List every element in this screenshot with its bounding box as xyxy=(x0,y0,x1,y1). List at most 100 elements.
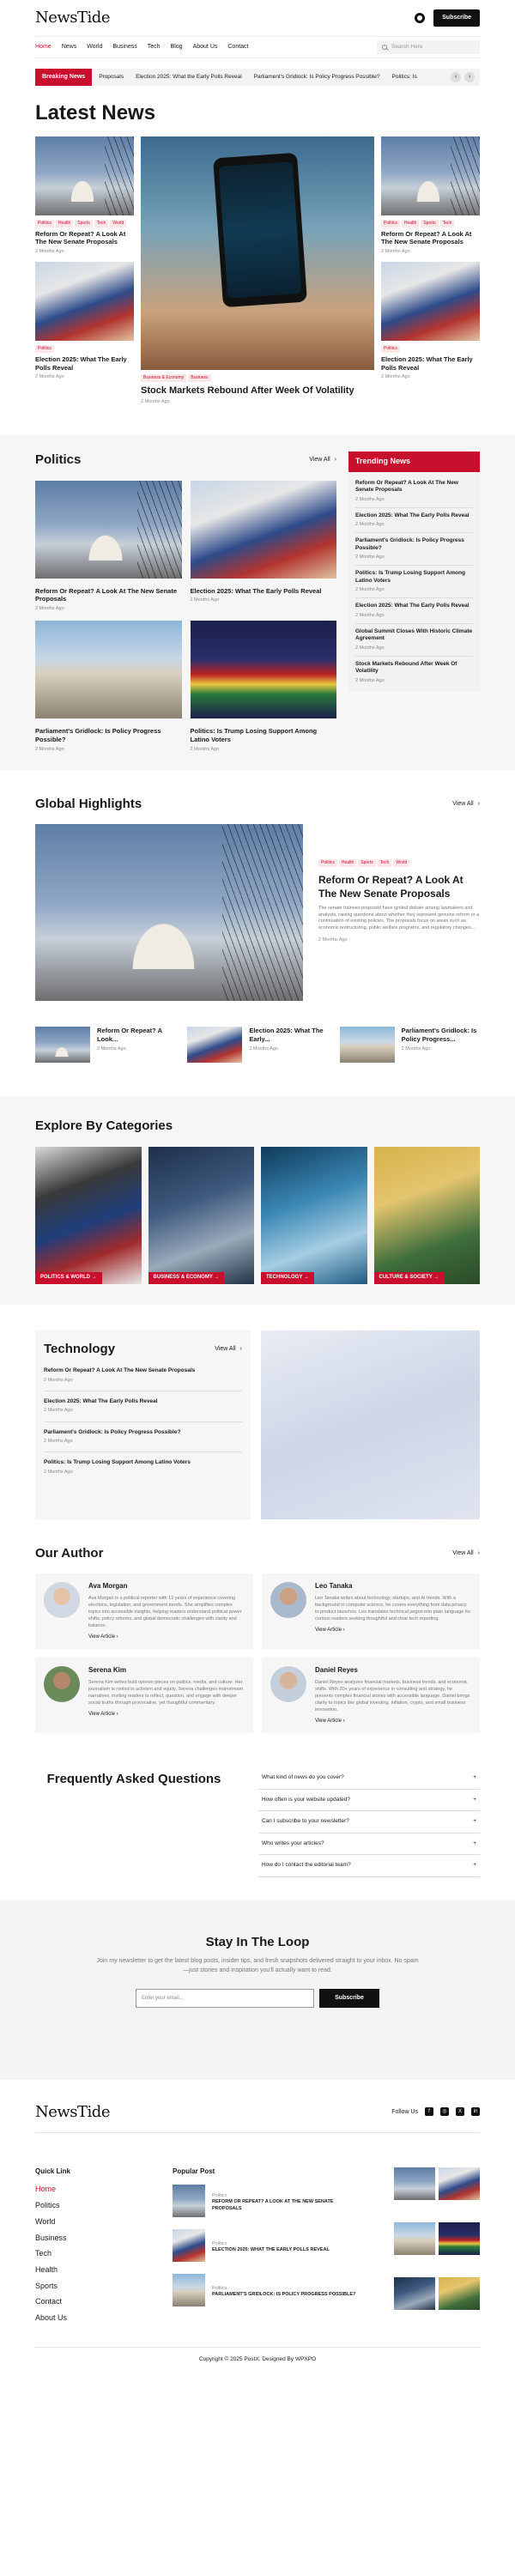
technology-item[interactable]: Reform Or Repeat? A Look At The New Sena… xyxy=(44,1361,242,1391)
global-mini-card[interactable]: Election 2025: What The Early... 2 Months… xyxy=(187,1027,327,1064)
footer-logo[interactable]: NewsTide xyxy=(35,2102,110,2122)
author-name[interactable]: Serena Kim xyxy=(88,1666,245,1675)
politics-card[interactable]: Reform Or Repeat? A Look At The New Sena… xyxy=(35,480,182,613)
ticker-prev-icon[interactable]: ‹ xyxy=(451,72,461,82)
faq-item[interactable]: How often is your website updated? + xyxy=(258,1790,480,1812)
faq-item[interactable]: Who writes your articles? + xyxy=(258,1834,480,1856)
site-logo[interactable]: NewsTide xyxy=(35,8,110,27)
card-title[interactable]: Politics: Is Trump Losing Support Among … xyxy=(191,727,337,744)
view-article-link[interactable]: View Article › xyxy=(315,1627,471,1634)
popular-post[interactable]: Politics Parliament's Gridlock: Is Policy… xyxy=(173,2274,360,2307)
view-article-link[interactable]: View Article › xyxy=(88,1634,245,1641)
subscribe-button[interactable]: Subscribe xyxy=(433,9,480,27)
search-input[interactable]: Search Here xyxy=(377,40,480,54)
faq-item[interactable]: How do I contact the editorial team? + xyxy=(258,1855,480,1877)
theme-toggle-icon[interactable] xyxy=(415,13,426,23)
gallery-image[interactable] xyxy=(439,2222,480,2256)
latest-featured-card[interactable]: Business & Economy Business Stock Market… xyxy=(141,136,374,405)
technology-item[interactable]: Parliament's Gridlock: Is Policy Progres… xyxy=(44,1422,242,1453)
authors-view-all[interactable]: View All › xyxy=(452,1549,480,1557)
footer-link[interactable]: Sports xyxy=(35,2282,138,2292)
footer-link[interactable]: About Us xyxy=(35,2313,138,2324)
tag[interactable]: World xyxy=(110,220,127,227)
gallery-image[interactable] xyxy=(394,2277,435,2311)
tag[interactable]: World xyxy=(393,859,410,867)
tag[interactable]: Health xyxy=(338,859,357,867)
tag[interactable]: Tech xyxy=(439,220,455,227)
global-feature-title[interactable]: Reform Or Repeat? A Look At The New Sena… xyxy=(318,874,480,900)
footer-link[interactable]: Health xyxy=(35,2265,138,2276)
nav-about[interactable]: About Us xyxy=(193,43,218,51)
footer-link-home[interactable]: Home xyxy=(35,2185,138,2195)
politics-card[interactable]: Election 2025: What The Early Polls Reve… xyxy=(190,480,337,613)
ticker-item[interactable]: Election 2025: What the Early Polls Reve… xyxy=(136,74,242,81)
tag[interactable]: Sports xyxy=(358,859,376,867)
trending-item[interactable]: Stock Markets Rebound After Week Of Vola… xyxy=(355,657,473,688)
tag[interactable]: Health xyxy=(401,220,420,227)
nav-blog[interactable]: Blog xyxy=(171,43,183,51)
politics-card[interactable]: Parliament's Gridlock: Is Policy Progres… xyxy=(35,621,182,753)
ticker-item[interactable]: Parliament's Gridlock: Is Policy Progres… xyxy=(254,74,380,81)
trending-item[interactable]: Politics: Is Trump Losing Support Among … xyxy=(355,566,473,599)
capitol-image[interactable] xyxy=(35,824,303,1002)
latest-card[interactable]: Politics Health Sports Tech World Reform… xyxy=(35,136,134,255)
tag[interactable]: Tech xyxy=(377,859,392,867)
technology-view-all[interactable]: View All › xyxy=(215,1345,242,1353)
trending-item[interactable]: Election 2025: What The Early Polls Reve… xyxy=(355,598,473,625)
tag[interactable]: Business xyxy=(188,374,211,382)
latest-card[interactable]: Politics Election 2025: What The Early P… xyxy=(35,262,134,380)
tag[interactable]: Politics xyxy=(318,859,337,867)
tag[interactable]: Politics xyxy=(381,220,400,227)
gallery-image[interactable] xyxy=(439,2167,480,2201)
author-name[interactable]: Ava Morgan xyxy=(88,1582,245,1591)
tag[interactable]: Tech xyxy=(94,220,109,227)
category-business[interactable]: BUSINESS & ECONOMY → xyxy=(148,1146,254,1284)
tag[interactable]: Politics xyxy=(381,345,400,353)
latest-card[interactable]: Politics Election 2025: What The Early P… xyxy=(381,262,480,380)
politics-view-all[interactable]: View All › xyxy=(309,456,336,464)
popular-post[interactable]: Politics Reform Or Repeat? A Look At The … xyxy=(173,2185,360,2218)
author-name[interactable]: Daniel Reyes xyxy=(315,1666,471,1675)
tag[interactable]: Sports xyxy=(75,220,93,227)
facebook-icon[interactable]: f xyxy=(425,2107,433,2117)
nav-contact[interactable]: Contact xyxy=(227,43,248,51)
popular-post[interactable]: Politics Election 2025: What The Early Po… xyxy=(173,2229,360,2263)
tag[interactable]: Sports xyxy=(421,220,439,227)
card-title[interactable]: Parliament's Gridlock: Is Policy Progres… xyxy=(35,727,182,744)
card-title[interactable]: Election 2025: What The Early Polls Reve… xyxy=(35,355,134,373)
global-mini-card[interactable]: Reform Or Repeat? A Look... 2 Months Ago xyxy=(35,1027,175,1064)
ticker-next-icon[interactable]: › xyxy=(464,72,475,82)
card-title[interactable]: Election 2025: What The Early Polls Reve… xyxy=(191,587,337,596)
email-field[interactable]: Enter your email... xyxy=(136,1989,314,2009)
card-title[interactable]: Election 2025: What The Early Polls Reve… xyxy=(381,355,480,373)
global-view-all[interactable]: View All › xyxy=(452,800,480,808)
footer-link[interactable]: Business xyxy=(35,2234,138,2244)
technology-item[interactable]: Politics: Is Trump Losing Support Among … xyxy=(44,1452,242,1482)
faq-item[interactable]: What kind of news do you cover? + xyxy=(258,1767,480,1790)
nav-news[interactable]: News xyxy=(62,43,77,51)
nav-home[interactable]: Home xyxy=(35,43,52,51)
nav-tech[interactable]: Tech xyxy=(148,43,161,51)
gallery-image[interactable] xyxy=(439,2277,480,2311)
card-title[interactable]: Reform Or Repeat? A Look At The New Sena… xyxy=(35,587,182,604)
faq-item[interactable]: Can I subscribe to your newsletter? + xyxy=(258,1811,480,1834)
category-politics[interactable]: POLITICS & WORLD → xyxy=(35,1146,142,1284)
view-article-link[interactable]: View Article › xyxy=(88,1712,245,1718)
featured-title[interactable]: Stock Markets Rebound After Week Of Vola… xyxy=(141,385,374,397)
nav-business[interactable]: Business xyxy=(112,43,136,51)
view-article-link[interactable]: View Article › xyxy=(315,1718,471,1725)
tag[interactable]: Health xyxy=(55,220,74,227)
category-culture[interactable]: CULTURE & SOCIETY → xyxy=(373,1146,480,1284)
linkedin-icon[interactable]: in xyxy=(471,2107,480,2117)
politics-card[interactable]: Politics: Is Trump Losing Support Among … xyxy=(190,621,337,753)
trending-item[interactable]: Global Summit Closes With Historic Clima… xyxy=(355,624,473,658)
tag[interactable]: Politics xyxy=(35,345,54,353)
global-mini-card[interactable]: Parliament's Gridlock: Is Policy Progres… xyxy=(339,1027,480,1064)
x-icon[interactable]: X xyxy=(456,2107,464,2117)
card-title[interactable]: Reform Or Repeat? A Look At The New Sena… xyxy=(35,230,134,247)
instagram-icon[interactable]: ◎ xyxy=(440,2107,449,2117)
author-name[interactable]: Leo Tanaka xyxy=(315,1582,471,1591)
footer-link[interactable]: World xyxy=(35,2217,138,2227)
footer-link[interactable]: Contact xyxy=(35,2297,138,2307)
category-technology[interactable]: TECHNOLOGY → xyxy=(261,1146,367,1284)
